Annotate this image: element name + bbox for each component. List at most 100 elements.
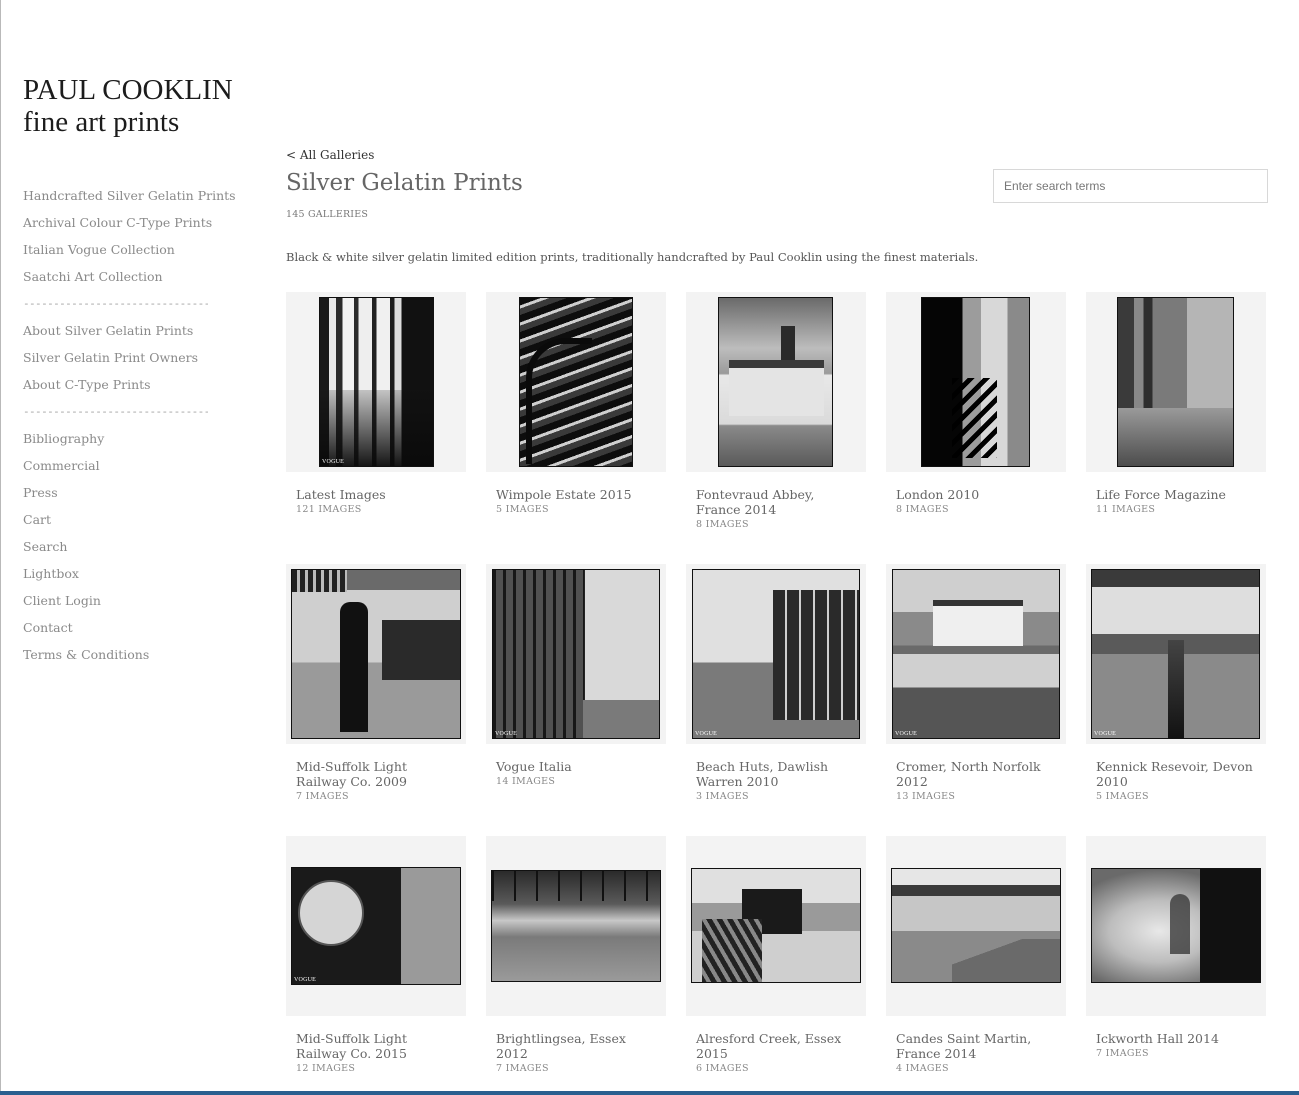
gallery-thumbnail[interactable] [1086,292,1266,472]
site-title-line1: PAUL COOKLIN [23,74,233,106]
bottom-accent-bar [0,1091,1299,1095]
gallery-thumbnail[interactable] [486,836,666,1016]
nav-terms-conditions[interactable]: Terms & Conditions [23,646,253,673]
gallery-image-count: 4 IMAGES [896,1063,949,1074]
gallery-image-count: 7 IMAGES [496,1063,549,1074]
gallery-title[interactable]: Mid-Suffolk Light Railway Co. 2009 [286,759,466,789]
nav-separator: ------------------------------------- [23,297,208,310]
gallery-title[interactable]: Vogue Italia [486,759,666,774]
nav-print-owners[interactable]: Silver Gelatin Print Owners [23,349,253,376]
thumbnail-image [921,297,1030,467]
nav-about-silver-gelatin[interactable]: About Silver Gelatin Prints [23,322,253,349]
nav-about-c-type[interactable]: About C-Type Prints [23,376,253,403]
sidebar-nav: Handcrafted Silver Gelatin Prints Archiv… [23,187,253,673]
gallery-card[interactable]: VOGUE Latest Images 121 IMAGES [286,292,466,515]
thumbnail-image [691,868,861,983]
thumbnail-image [519,297,633,467]
thumbnail-image: VOGUE [319,297,434,467]
nav-separator: ------------------------------------- [23,405,208,418]
thumbnail-image: VOGUE [492,569,660,739]
gallery-thumbnail[interactable]: VOGUE [686,564,866,744]
gallery-card[interactable]: Mid-Suffolk Light Railway Co. 2009 7 IMA… [286,564,466,802]
vogue-watermark: VOGUE [322,459,344,465]
gallery-title[interactable]: Alresford Creek, Essex 2015 [686,1031,866,1061]
vogue-watermark: VOGUE [895,731,917,737]
gallery-thumbnail[interactable] [1086,836,1266,1016]
vogue-watermark: VOGUE [695,731,717,737]
nav-saatchi-art[interactable]: Saatchi Art Collection [23,268,253,295]
gallery-image-count: 14 IMAGES [496,776,556,787]
gallery-thumbnail[interactable]: VOGUE [286,836,466,1016]
gallery-thumbnail[interactable] [486,292,666,472]
gallery-card[interactable]: VOGUE Vogue Italia 14 IMAGES [486,564,666,787]
gallery-title[interactable]: Life Force Magazine [1086,487,1266,502]
gallery-thumbnail[interactable] [886,292,1066,472]
nav-cart[interactable]: Cart [23,511,253,538]
all-galleries-link[interactable]: < All Galleries [286,148,374,162]
thumbnail-image: VOGUE [291,867,461,985]
vogue-watermark: VOGUE [294,977,316,983]
search-input[interactable] [993,169,1268,203]
gallery-thumbnail[interactable]: VOGUE [1086,564,1266,744]
site-header: PAUL COOKLIN fine art prints [23,74,253,138]
page-description: Black & white silver gelatin limited edi… [286,250,979,264]
gallery-title[interactable]: Fontevraud Abbey, France 2014 [686,487,866,517]
gallery-image-count: 5 IMAGES [1096,791,1149,802]
gallery-card[interactable]: VOGUE Mid-Suffolk Light Railway Co. 2015… [286,836,466,1074]
nav-client-login[interactable]: Client Login [23,592,253,619]
gallery-image-count: 5 IMAGES [496,504,549,515]
page-title: Silver Gelatin Prints [286,170,523,196]
thumbnail-image [291,569,461,739]
site-title[interactable]: PAUL COOKLIN fine art prints [23,74,253,138]
gallery-image-count: 13 IMAGES [896,791,956,802]
nav-press[interactable]: Press [23,484,253,511]
gallery-card[interactable]: Wimpole Estate 2015 5 IMAGES [486,292,666,515]
gallery-card[interactable]: Brightlingsea, Essex 2012 7 IMAGES [486,836,666,1074]
thumbnail-image [1117,297,1234,467]
gallery-thumbnail[interactable] [286,564,466,744]
thumbnail-image [718,297,833,467]
nav-italian-vogue[interactable]: Italian Vogue Collection [23,241,253,268]
gallery-title[interactable]: Brightlingsea, Essex 2012 [486,1031,666,1061]
gallery-card[interactable]: Ickworth Hall 2014 7 IMAGES [1086,836,1266,1059]
gallery-card[interactable]: VOGUE Beach Huts, Dawlish Warren 2010 3 … [686,564,866,802]
nav-bibliography[interactable]: Bibliography [23,430,253,457]
gallery-title[interactable]: Beach Huts, Dawlish Warren 2010 [686,759,866,789]
gallery-card[interactable]: Fontevraud Abbey, France 2014 8 IMAGES [686,292,866,530]
gallery-card[interactable]: VOGUE Kennick Resevoir, Devon 2010 5 IMA… [1086,564,1266,802]
gallery-image-count: 11 IMAGES [1096,504,1156,515]
nav-colour-c-type-prints[interactable]: Archival Colour C-Type Prints [23,214,253,241]
gallery-thumbnail[interactable]: VOGUE [486,564,666,744]
gallery-image-count: 7 IMAGES [1096,1048,1149,1059]
gallery-title[interactable]: Cromer, North Norfolk 2012 [886,759,1066,789]
gallery-card[interactable]: Alresford Creek, Essex 2015 6 IMAGES [686,836,866,1074]
site-title-line2: fine art prints [23,106,180,138]
nav-contact[interactable]: Contact [23,619,253,646]
gallery-title[interactable]: London 2010 [886,487,1066,502]
gallery-card[interactable]: London 2010 8 IMAGES [886,292,1066,515]
gallery-thumbnail[interactable]: VOGUE [886,564,1066,744]
gallery-title[interactable]: Wimpole Estate 2015 [486,487,666,502]
gallery-card[interactable]: Life Force Magazine 11 IMAGES [1086,292,1266,515]
gallery-title[interactable]: Latest Images [286,487,466,502]
gallery-card[interactable]: VOGUE Cromer, North Norfolk 2012 13 IMAG… [886,564,1066,802]
gallery-card[interactable]: Candes Saint Martin, France 2014 4 IMAGE… [886,836,1066,1074]
nav-search[interactable]: Search [23,538,253,565]
gallery-thumbnail[interactable] [686,836,866,1016]
gallery-title[interactable]: Ickworth Hall 2014 [1086,1031,1266,1046]
gallery-image-count: 121 IMAGES [296,504,362,515]
vogue-watermark: VOGUE [495,731,517,737]
nav-silver-gelatin-prints[interactable]: Handcrafted Silver Gelatin Prints [23,187,253,214]
gallery-image-count: 8 IMAGES [896,504,949,515]
gallery-title[interactable]: Kennick Resevoir, Devon 2010 [1086,759,1266,789]
nav-lightbox[interactable]: Lightbox [23,565,253,592]
gallery-title[interactable]: Candes Saint Martin, France 2014 [886,1031,1066,1061]
gallery-image-count: 7 IMAGES [296,791,349,802]
nav-commercial[interactable]: Commercial [23,457,253,484]
gallery-thumbnail[interactable]: VOGUE [286,292,466,472]
gallery-image-count: 8 IMAGES [696,519,749,530]
gallery-thumbnail[interactable] [886,836,1066,1016]
gallery-thumbnail[interactable] [686,292,866,472]
thumbnail-image: VOGUE [692,569,860,739]
gallery-title[interactable]: Mid-Suffolk Light Railway Co. 2015 [286,1031,466,1061]
